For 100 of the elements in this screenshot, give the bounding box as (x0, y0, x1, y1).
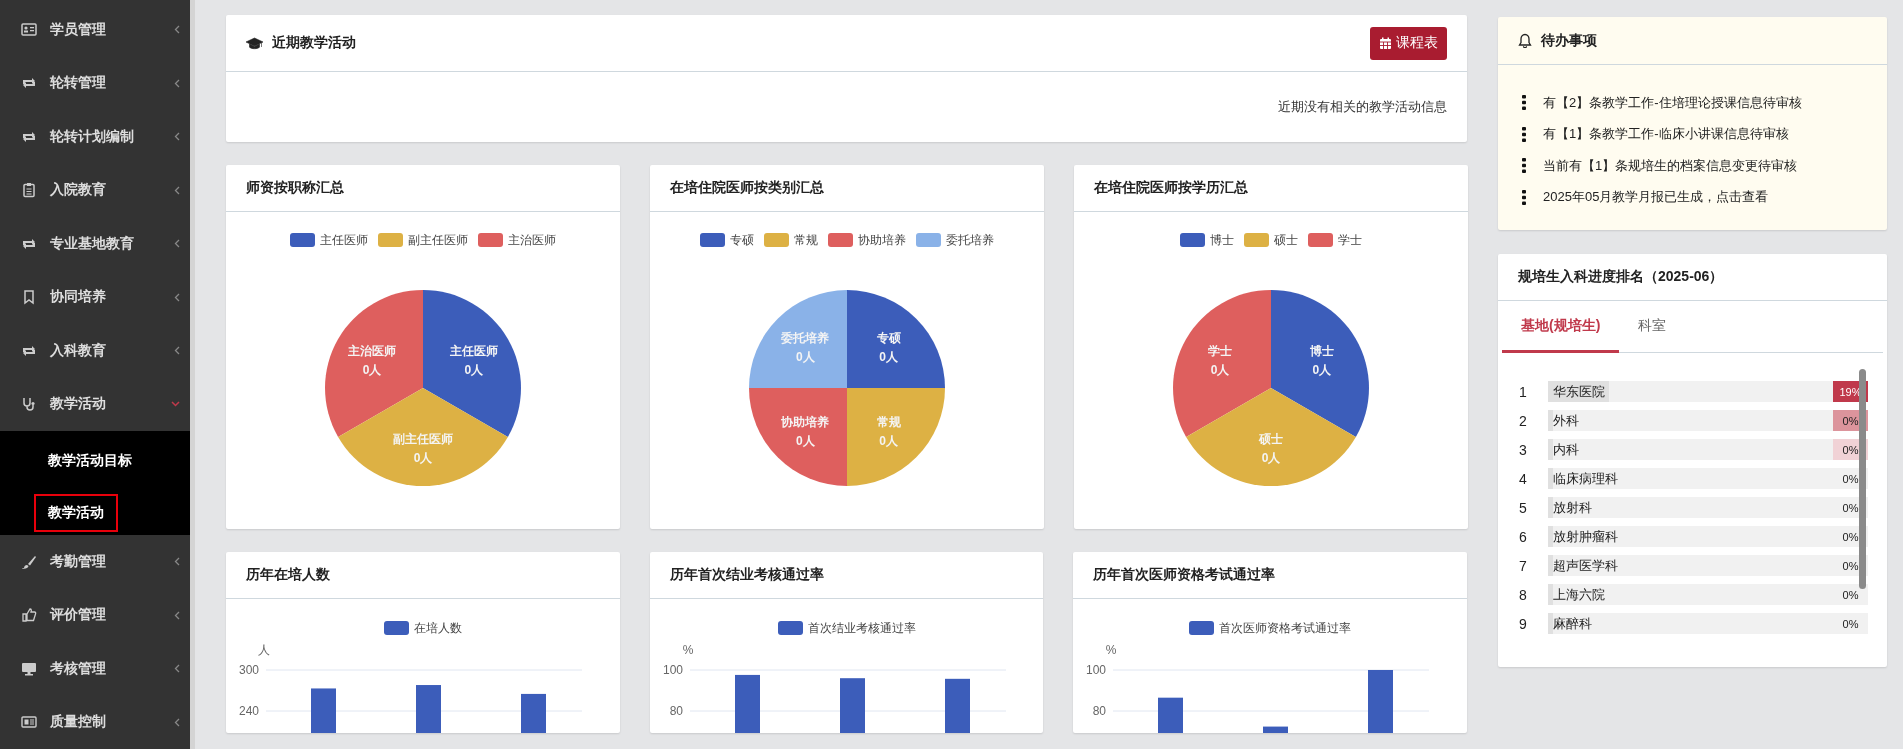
menu-item[interactable]: 教学活动 (0, 377, 190, 431)
department-name: 放射科 (1553, 498, 1592, 517)
slice-value: 0人 (1261, 450, 1281, 465)
tick-label: 80 (1093, 704, 1107, 718)
department-name: 超声医学科 (1553, 556, 1618, 575)
bar (1263, 726, 1289, 733)
chevron-left-icon (174, 610, 180, 620)
slice-value: 0人 (1210, 362, 1230, 377)
thumbs-up-icon (21, 607, 37, 624)
card-title: 待办事项 (1541, 31, 1597, 50)
slice-value: 0人 (879, 433, 898, 448)
department-name: 临床病理科 (1553, 469, 1618, 488)
id-card-icon (21, 21, 37, 38)
slice-value: 0人 (464, 362, 484, 377)
card-title: 历年在培人数 (246, 566, 330, 584)
todo-item[interactable]: 有【2】条教学工作-住培理论授课信息待审核 (1543, 93, 1802, 112)
slice-value: 0人 (796, 350, 815, 365)
slice-label: 副主任医师 (393, 431, 453, 446)
legend-label: 首次医师资格考试通过率 (1219, 619, 1352, 637)
slice-label: 委托培养 (781, 331, 830, 346)
scrollbar[interactable] (1859, 369, 1866, 589)
legend-swatch (383, 621, 409, 635)
submenu-item[interactable]: 教学活动目标 (34, 442, 146, 480)
rank-number: 4 (1518, 470, 1528, 487)
rank-number: 6 (1518, 528, 1528, 545)
legend-swatch (777, 621, 803, 635)
menu-item[interactable]: 学员管理 (0, 3, 190, 57)
legend-label: 副主任医师 (408, 231, 468, 249)
slice-label: 专硕 (876, 331, 901, 346)
department-name: 内科 (1553, 440, 1579, 459)
menu-item[interactable]: 质量控制 (0, 695, 190, 749)
bar (1158, 697, 1184, 733)
rank-number: 2 (1518, 412, 1528, 429)
chevron-left-icon (174, 132, 180, 142)
rank-number: 3 (1518, 441, 1528, 458)
rank-number: 9 (1518, 615, 1528, 632)
legend-label: 专硕 (730, 231, 754, 249)
legend-label: 常规 (794, 231, 818, 249)
menu-item[interactable]: 考勤管理 (0, 535, 190, 589)
stethoscope-icon (21, 396, 37, 413)
legend-label: 主任医师 (320, 231, 368, 249)
percent-value: 0% (1841, 471, 1860, 487)
slice-value: 0人 (796, 433, 815, 448)
todo-item[interactable]: 2025年05月教学月报已生成，点击查看 (1543, 188, 1769, 207)
department-name: 放射肿瘤科 (1553, 527, 1618, 546)
bar (734, 674, 760, 733)
bell-icon (1518, 33, 1532, 48)
menu-item[interactable]: 考核管理 (0, 642, 190, 696)
slice-label: 硕士 (1259, 431, 1283, 446)
bookmark-icon (21, 289, 37, 306)
menu-item[interactable]: 评价管理 (0, 588, 190, 642)
bar (839, 678, 865, 733)
tick-label: 80 (669, 704, 683, 718)
card-title: 近期教学活动 (272, 34, 357, 52)
rank-number: 5 (1518, 499, 1528, 516)
percent-value: 0% (1841, 558, 1860, 574)
tick-label: 100 (1086, 663, 1107, 677)
chevron-left-icon (174, 78, 180, 88)
card-title: 师资按职称汇总 (246, 179, 344, 197)
chevron-left-icon (174, 717, 180, 727)
legend-label: 硕士 (1274, 231, 1298, 249)
menu-item[interactable]: 入科教育 (0, 324, 190, 378)
slice-label: 协助培养 (781, 414, 830, 429)
todo-item[interactable]: 当前有【1】条规培生的档案信息变更待审核 (1543, 156, 1798, 175)
bar (1368, 670, 1394, 733)
todo-item[interactable]: 有【1】条教学工作-临床小讲课信息待审核 (1543, 125, 1789, 144)
graduation-cap-icon (246, 36, 263, 50)
tab[interactable]: 科室 (1619, 301, 1686, 353)
percent-value: 0% (1841, 500, 1860, 516)
bar (521, 693, 546, 733)
menu-item[interactable]: 专业基地教育 (0, 217, 190, 271)
slice-label: 主治医师 (348, 343, 397, 358)
slice-label: 常规 (876, 414, 901, 429)
chevron-left-icon (174, 185, 180, 195)
menu-item[interactable]: 轮转管理 (0, 56, 190, 110)
legend-label: 博士 (1210, 231, 1234, 249)
axis-unit: 人 (258, 643, 270, 657)
more-vertical-icon (1522, 95, 1526, 111)
submenu-item[interactable]: 教学活动 (34, 494, 118, 532)
menu-item[interactable]: 轮转计划编制 (0, 110, 190, 164)
card-title: 规培生入科进度排名（2025-06） (1518, 268, 1724, 286)
chevron-left-icon (174, 239, 180, 249)
tab[interactable]: 基地(规培生) (1502, 301, 1620, 353)
rank-number: 1 (1518, 383, 1528, 400)
legend-label: 协助培养 (858, 231, 906, 249)
legend-label: 首次结业考核通过率 (807, 619, 916, 637)
menu-item[interactable]: 入院教育 (0, 163, 190, 217)
brush-icon (21, 553, 37, 570)
department-name: 华东医院 (1553, 382, 1605, 401)
slice-value: 0人 (1312, 362, 1332, 377)
percent-value: 0% (1841, 616, 1860, 632)
menu-item[interactable]: 协同培养 (0, 270, 190, 324)
slice-label: 博士 (1309, 343, 1334, 358)
slice-value: 0人 (879, 350, 898, 365)
clipboard-icon (21, 182, 37, 199)
bar (311, 688, 336, 733)
schedule-button[interactable]: 课程表 (1370, 26, 1447, 60)
axis-unit: % (682, 643, 693, 657)
chevron-left-icon (174, 664, 180, 674)
slice-label: 学士 (1208, 343, 1233, 358)
